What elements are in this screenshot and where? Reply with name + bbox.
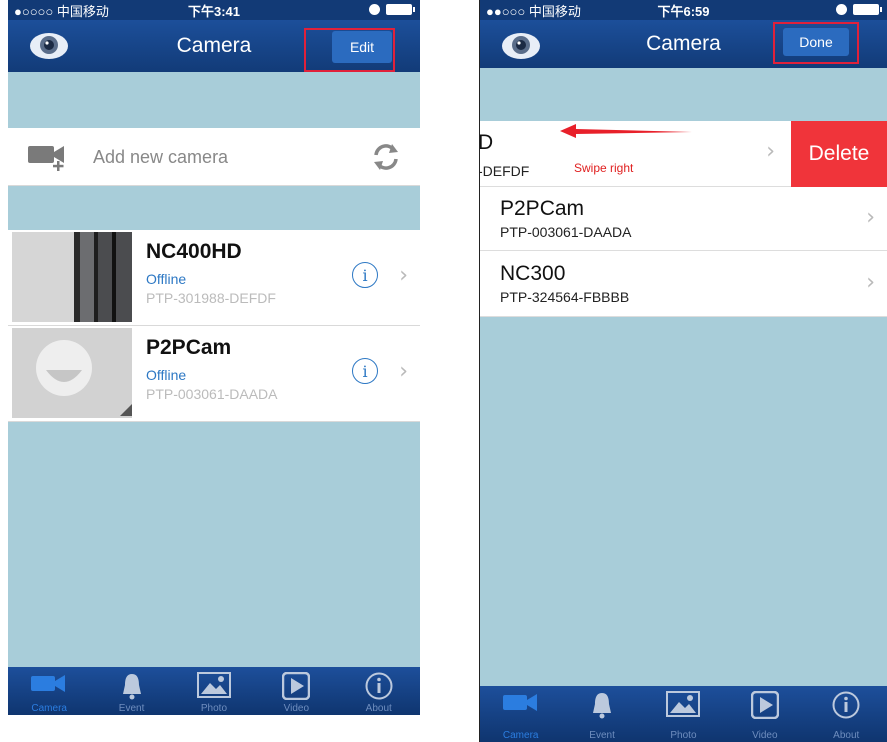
camera-id: PTP-003061-DAADA (500, 224, 632, 240)
page-title: Camera (176, 34, 252, 57)
tab-label: About (365, 703, 392, 714)
tab-label: About (833, 730, 860, 741)
info-icon[interactable]: i (352, 358, 378, 384)
phone-screen-camera-edit: ●●○○○ 中国移动 下午6:59 Camera Done D -DEFDF S… (479, 0, 887, 742)
tab-bar: Camera Event Photo Video About (480, 686, 887, 742)
chevron-right-icon: › (866, 205, 875, 230)
swipe-annotation: Swipe right (574, 161, 634, 175)
camera-name: NC300 (500, 262, 566, 285)
chevron-right-icon: › (766, 139, 775, 164)
camera-id: PTP-324564-FBBBB (500, 289, 630, 305)
battery-icon (853, 4, 882, 15)
phone-screen-camera-list: ●○○○○ 中国移动 下午3:41 Camera Edit Add new ca… (8, 0, 420, 715)
alarm-icon (836, 4, 847, 15)
clock: 下午6:59 (657, 3, 710, 19)
tab-video[interactable]: Video (261, 666, 331, 714)
camera-row[interactable]: P2PCam PTP-003061-DAADA › (480, 187, 887, 251)
edit-button[interactable]: Edit (332, 31, 392, 63)
page-title: Camera (646, 32, 721, 55)
camera-row[interactable]: NC400HD Offline PTP-301988-DEFDF i › (8, 230, 420, 326)
battery-area (369, 4, 415, 15)
tab-about[interactable]: About (811, 685, 881, 741)
camera-row[interactable]: P2PCam Offline PTP-003061-DAADA i › (8, 326, 420, 422)
camera-status: Offline (146, 271, 187, 287)
info-icon (365, 672, 393, 700)
camera-name: P2PCam (146, 336, 232, 359)
camera-name-fragment: D (479, 131, 494, 154)
swipe-arrow-icon (560, 124, 692, 138)
play-icon (282, 672, 311, 700)
tab-event[interactable]: Event (567, 685, 637, 741)
carrier-label: ●●○○○ 中国移动 (486, 3, 581, 19)
tab-camera[interactable]: Camera (486, 685, 556, 741)
battery-icon (386, 4, 415, 15)
refresh-icon[interactable] (370, 141, 402, 173)
chevron-right-icon: › (866, 270, 875, 295)
video-camera-icon (502, 694, 537, 711)
app-logo-icon (502, 33, 540, 59)
tab-label: Video (752, 730, 778, 741)
tab-event[interactable]: Event (97, 666, 167, 714)
navigation-bar: Camera Edit (8, 20, 420, 72)
tab-label: Photo (670, 730, 697, 741)
delete-button[interactable]: Delete (791, 121, 887, 187)
tab-video[interactable]: Video (730, 685, 800, 741)
tab-photo[interactable]: Photo (648, 685, 718, 741)
navigation-bar: Camera Done (480, 20, 887, 68)
tab-label: Photo (200, 703, 228, 714)
camera-placeholder-avatar (12, 328, 132, 418)
add-camera-row[interactable]: Add new camera (8, 128, 420, 186)
tab-label: Camera (502, 730, 539, 741)
carrier-label: ●○○○○ 中国移动 (14, 3, 109, 19)
chevron-right-icon: › (399, 359, 408, 384)
camera-id: PTP-301988-DEFDF (146, 290, 276, 306)
clock: 下午3:41 (187, 3, 241, 19)
camera-status: Offline (146, 367, 187, 383)
tab-label: Event (118, 703, 145, 714)
photo-icon (666, 691, 701, 717)
camera-row[interactable]: NC300 PTP-324564-FBBBB › (480, 251, 887, 317)
tab-bar: Camera Event Photo Video About (8, 667, 420, 715)
add-camera-label: Add new camera (93, 147, 229, 167)
camera-row-swiped[interactable]: D -DEFDF Swipe right › Delete (480, 121, 887, 187)
video-camera-icon (31, 675, 66, 692)
info-icon[interactable]: i (352, 262, 378, 288)
bell-icon (593, 693, 612, 719)
battery-area (836, 4, 882, 15)
camera-thumbnail (12, 232, 132, 322)
status-bar: ●●○○○ 中国移动 下午6:59 (480, 0, 887, 20)
bell-icon (122, 674, 141, 700)
info-icon (832, 691, 860, 719)
alarm-icon (369, 4, 380, 15)
app-logo-icon (30, 33, 68, 59)
play-icon (750, 691, 779, 719)
camera-id-fragment: -DEFDF (479, 163, 530, 179)
done-button[interactable]: Done (783, 28, 849, 56)
tab-photo[interactable]: Photo (179, 666, 249, 714)
camera-id: PTP-003061-DAADA (146, 386, 278, 402)
tab-camera[interactable]: Camera (14, 666, 84, 714)
chevron-right-icon: › (399, 263, 408, 288)
photo-icon (196, 672, 231, 698)
tab-about[interactable]: About (344, 666, 414, 714)
camera-name: NC400HD (146, 240, 242, 263)
status-bar: ●○○○○ 中国移动 下午3:41 (8, 0, 420, 20)
tab-label: Event (589, 730, 615, 741)
add-camera-icon (28, 146, 64, 171)
camera-name: P2PCam (500, 197, 585, 220)
tab-label: Camera (31, 703, 67, 714)
tab-label: Video (283, 703, 310, 714)
